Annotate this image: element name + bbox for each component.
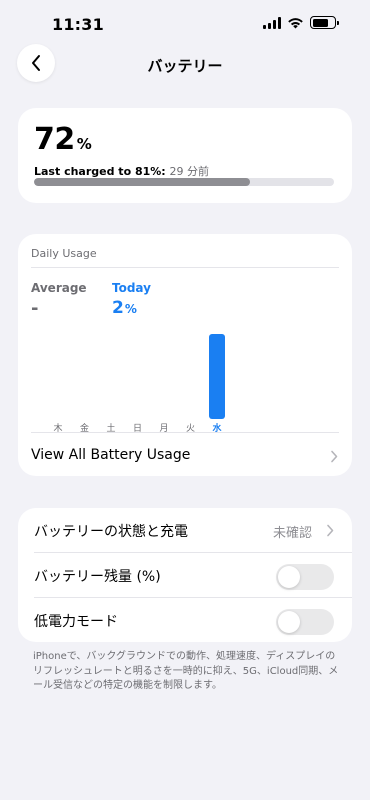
today-label: Today — [112, 281, 151, 295]
chevron-right-icon[interactable] — [330, 450, 338, 463]
battery-percentage-toggle[interactable] — [276, 564, 334, 590]
chart-bar[interactable] — [209, 334, 225, 419]
chart-day-label: 水 — [212, 424, 222, 434]
battery-level-card: 72% Last charged to 81%: 29 分前 — [18, 108, 352, 203]
page-title: バッテリー — [147, 57, 223, 75]
view-all-battery-usage-link[interactable]: View All Battery Usage — [31, 447, 190, 463]
battery-level-unit: % — [76, 135, 92, 153]
battery-level: 72% — [34, 122, 92, 157]
chart-day-label: 火 — [185, 424, 195, 434]
status-bar: 11:31 — [0, 0, 370, 48]
battery-health-label: バッテリーの状態と充電 — [34, 524, 188, 540]
toggle-knob — [278, 611, 300, 633]
battery-settings-card: バッテリーの状態と充電 未確認 バッテリー残量 (%) 低電力モード — [18, 508, 352, 642]
wifi-icon — [288, 17, 303, 28]
battery-percentage-label: バッテリー残量 (%) — [34, 569, 161, 585]
battery-progress-fill — [34, 178, 250, 186]
chevron-right-icon — [327, 524, 334, 537]
battery-status-icon — [310, 16, 339, 29]
low-power-mode-label: 低電力モード — [34, 614, 118, 630]
battery-health-value: 未確認 — [272, 526, 312, 541]
low-power-mode-toggle[interactable] — [276, 609, 334, 635]
chart-day-label: 月 — [159, 424, 169, 434]
divider — [31, 267, 339, 268]
chart-day-label: 金 — [79, 424, 89, 434]
average-label: Average — [31, 281, 87, 295]
chart-day-label: 木 — [53, 424, 63, 434]
status-icons — [263, 16, 339, 29]
battery-level-value: 72 — [34, 122, 75, 157]
battery-health-row[interactable]: バッテリーの状態と充電 未確認 — [18, 508, 352, 553]
average-value: - — [31, 298, 39, 319]
today-value-unit: % — [124, 302, 137, 316]
daily-usage-card: Daily Usage Average - Today 2% View All … — [18, 234, 352, 476]
usage-title: Daily Usage — [31, 247, 97, 260]
toggle-knob — [278, 566, 300, 588]
last-charged-text: Last charged to 81%: 29 分前 — [34, 163, 209, 179]
battery-progress-bar — [34, 178, 334, 186]
chart-day-label: 土 — [106, 424, 116, 434]
chart-day-label: 日 — [132, 424, 142, 434]
cellular-signal-icon — [263, 16, 281, 29]
status-time: 11:31 — [52, 15, 104, 34]
last-charged-ago: 29 分前 — [169, 165, 210, 178]
low-power-mode-footnote: iPhoneで、バックグラウンドでの動作、処理速度、ディスプレイのリフレッシュレ… — [33, 651, 339, 691]
low-power-mode-row: 低電力モード — [18, 598, 352, 643]
battery-percentage-row: バッテリー残量 (%) — [18, 553, 352, 598]
today-value-number: 2 — [112, 298, 124, 318]
today-value: 2% — [112, 298, 137, 318]
last-charged-label: Last charged to 81%: — [34, 165, 166, 178]
